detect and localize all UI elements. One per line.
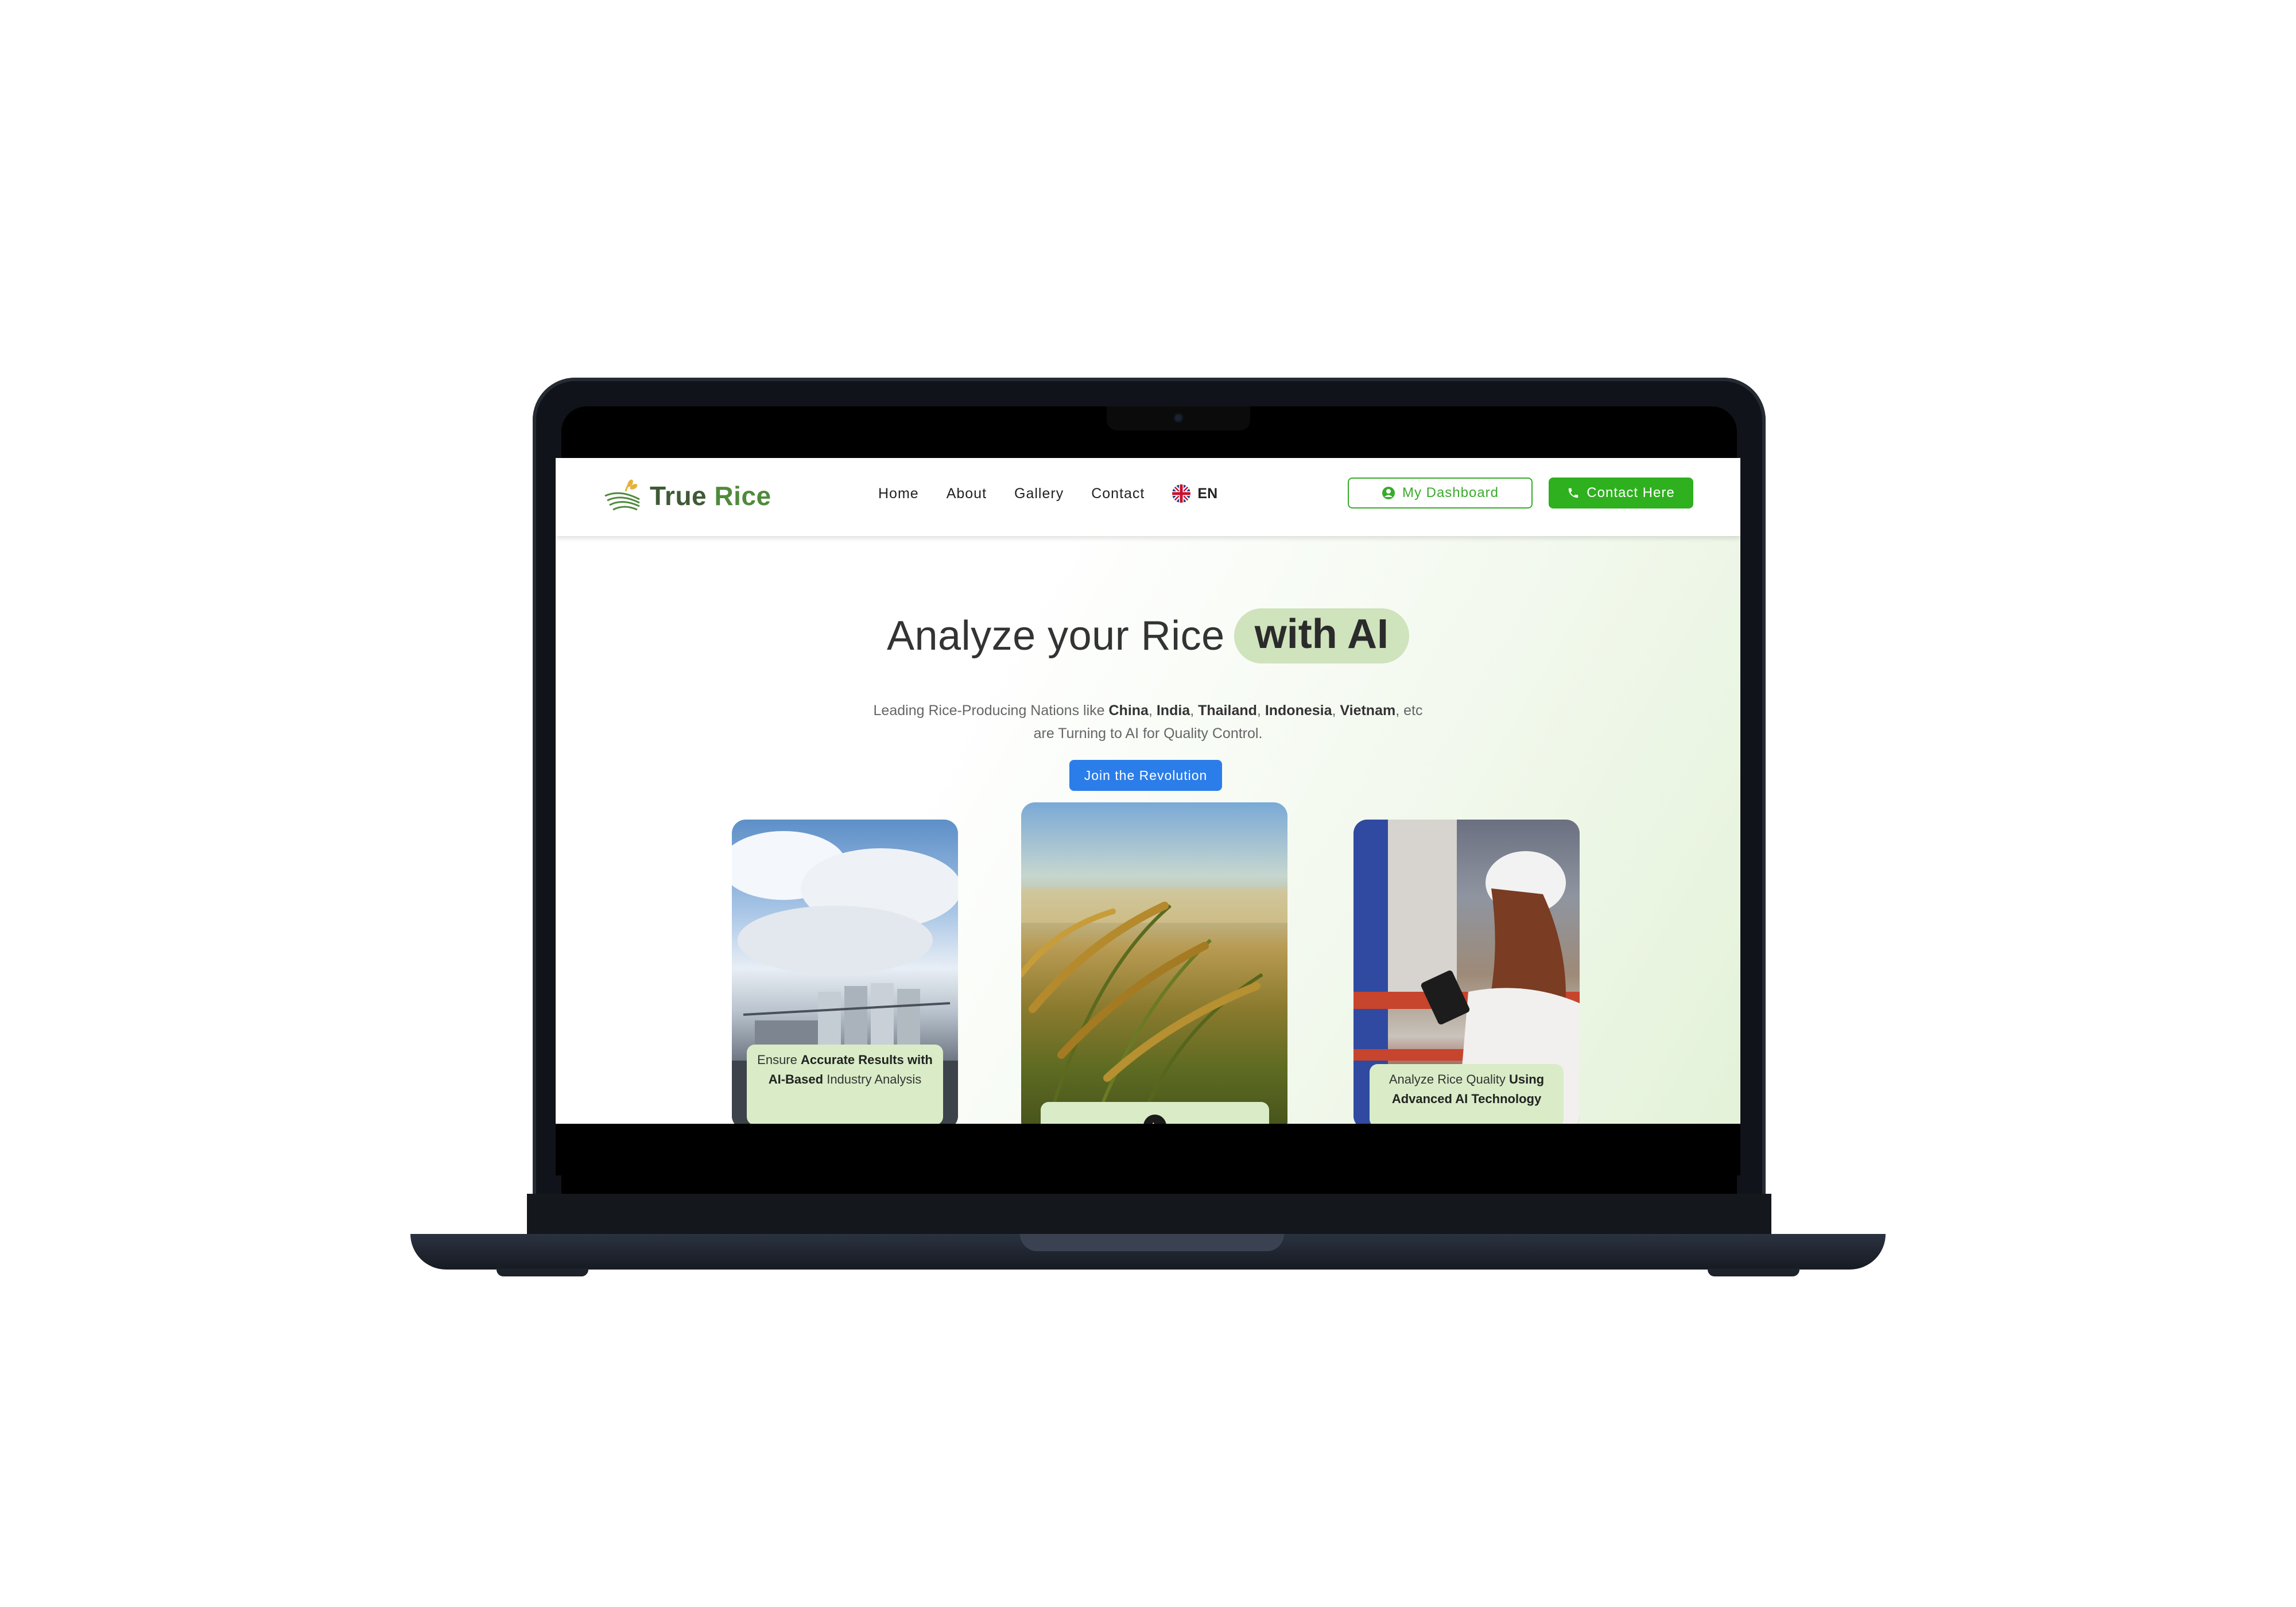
country-indonesia: Indonesia — [1265, 702, 1332, 719]
nav-link-gallery[interactable]: Gallery — [1014, 486, 1064, 502]
caption-post: Industry Analysis — [827, 1072, 922, 1086]
card-ai-quality[interactable]: Analyze Rice Quality Using Advanced AI T… — [1353, 820, 1580, 1124]
language-label: EN — [1197, 485, 1218, 502]
nav-links: Home About Gallery Contact EN — [878, 484, 1217, 503]
subtitle-line2: are Turning to AI for Quality Control. — [1033, 725, 1263, 742]
hero-title-main: Analyze your Rice — [886, 613, 1225, 659]
my-dashboard-label: My Dashboard — [1402, 485, 1499, 500]
screen-bottom-bezel — [556, 1124, 1740, 1175]
join-revolution-button[interactable]: Join the Revolution — [1069, 760, 1222, 791]
laptop-base — [410, 1234, 1886, 1270]
country-china: China — [1108, 702, 1149, 719]
nav-link-about[interactable]: About — [947, 486, 987, 502]
hero-subtitle: Leading Rice-Producing Nations like Chin… — [873, 702, 1423, 742]
contact-here-button[interactable]: Contact Here — [1549, 478, 1693, 509]
caption-right-pre: Analyze Rice Quality — [1389, 1072, 1506, 1086]
base-notch — [1020, 1234, 1284, 1251]
card-caption-ai-quality: Analyze Rice Quality Using Advanced AI T… — [1370, 1064, 1564, 1124]
mountain-glyph-icon — [1152, 1122, 1157, 1124]
website-screen: True Rice Home About Gallery Contact EN … — [556, 458, 1740, 1124]
brand-name-part2: Rice — [714, 481, 771, 511]
rice-field-image — [1021, 888, 1287, 1124]
contact-here-label: Contact Here — [1587, 485, 1675, 500]
brand-name: True Rice — [650, 480, 771, 511]
nav-link-contact[interactable]: Contact — [1091, 486, 1145, 502]
caption-pre: Ensure — [757, 1053, 797, 1067]
country-india: India — [1156, 702, 1190, 719]
laptop-foot-right — [1708, 1268, 1799, 1276]
brand-name-part1: True — [650, 481, 707, 511]
country-vietnam: Vietnam — [1340, 702, 1396, 719]
card-caption-industry: Ensure Accurate Results with AI-Based In… — [747, 1045, 943, 1124]
my-dashboard-button[interactable]: My Dashboard — [1348, 478, 1533, 509]
user-circle-icon — [1382, 487, 1395, 499]
laptop-hinge — [527, 1194, 1771, 1234]
subtitle-etc: , etc — [1395, 702, 1423, 719]
hero-title-highlight: with AI — [1234, 608, 1410, 663]
camera-notch — [1107, 406, 1250, 430]
rice-stalk-logo-icon — [604, 479, 640, 511]
phone-icon — [1569, 488, 1578, 498]
card-rice-field[interactable] — [1021, 802, 1287, 1124]
uk-flag-icon — [1172, 484, 1191, 503]
card-industry-analysis[interactable]: Ensure Accurate Results with AI-Based In… — [732, 820, 958, 1124]
subtitle-prefix: Leading Rice-Producing Nations like — [873, 702, 1105, 719]
brand-logo[interactable]: True Rice — [603, 478, 771, 514]
laptop-foot-left — [497, 1268, 588, 1276]
language-selector[interactable]: EN — [1172, 484, 1217, 503]
country-thailand: Thailand — [1198, 702, 1257, 719]
hero-title: Analyze your Rice with AI — [556, 608, 1740, 663]
nav-link-home[interactable]: Home — [878, 486, 919, 502]
camera-icon — [1175, 414, 1182, 421]
navbar: True Rice Home About Gallery Contact EN … — [556, 458, 1740, 536]
